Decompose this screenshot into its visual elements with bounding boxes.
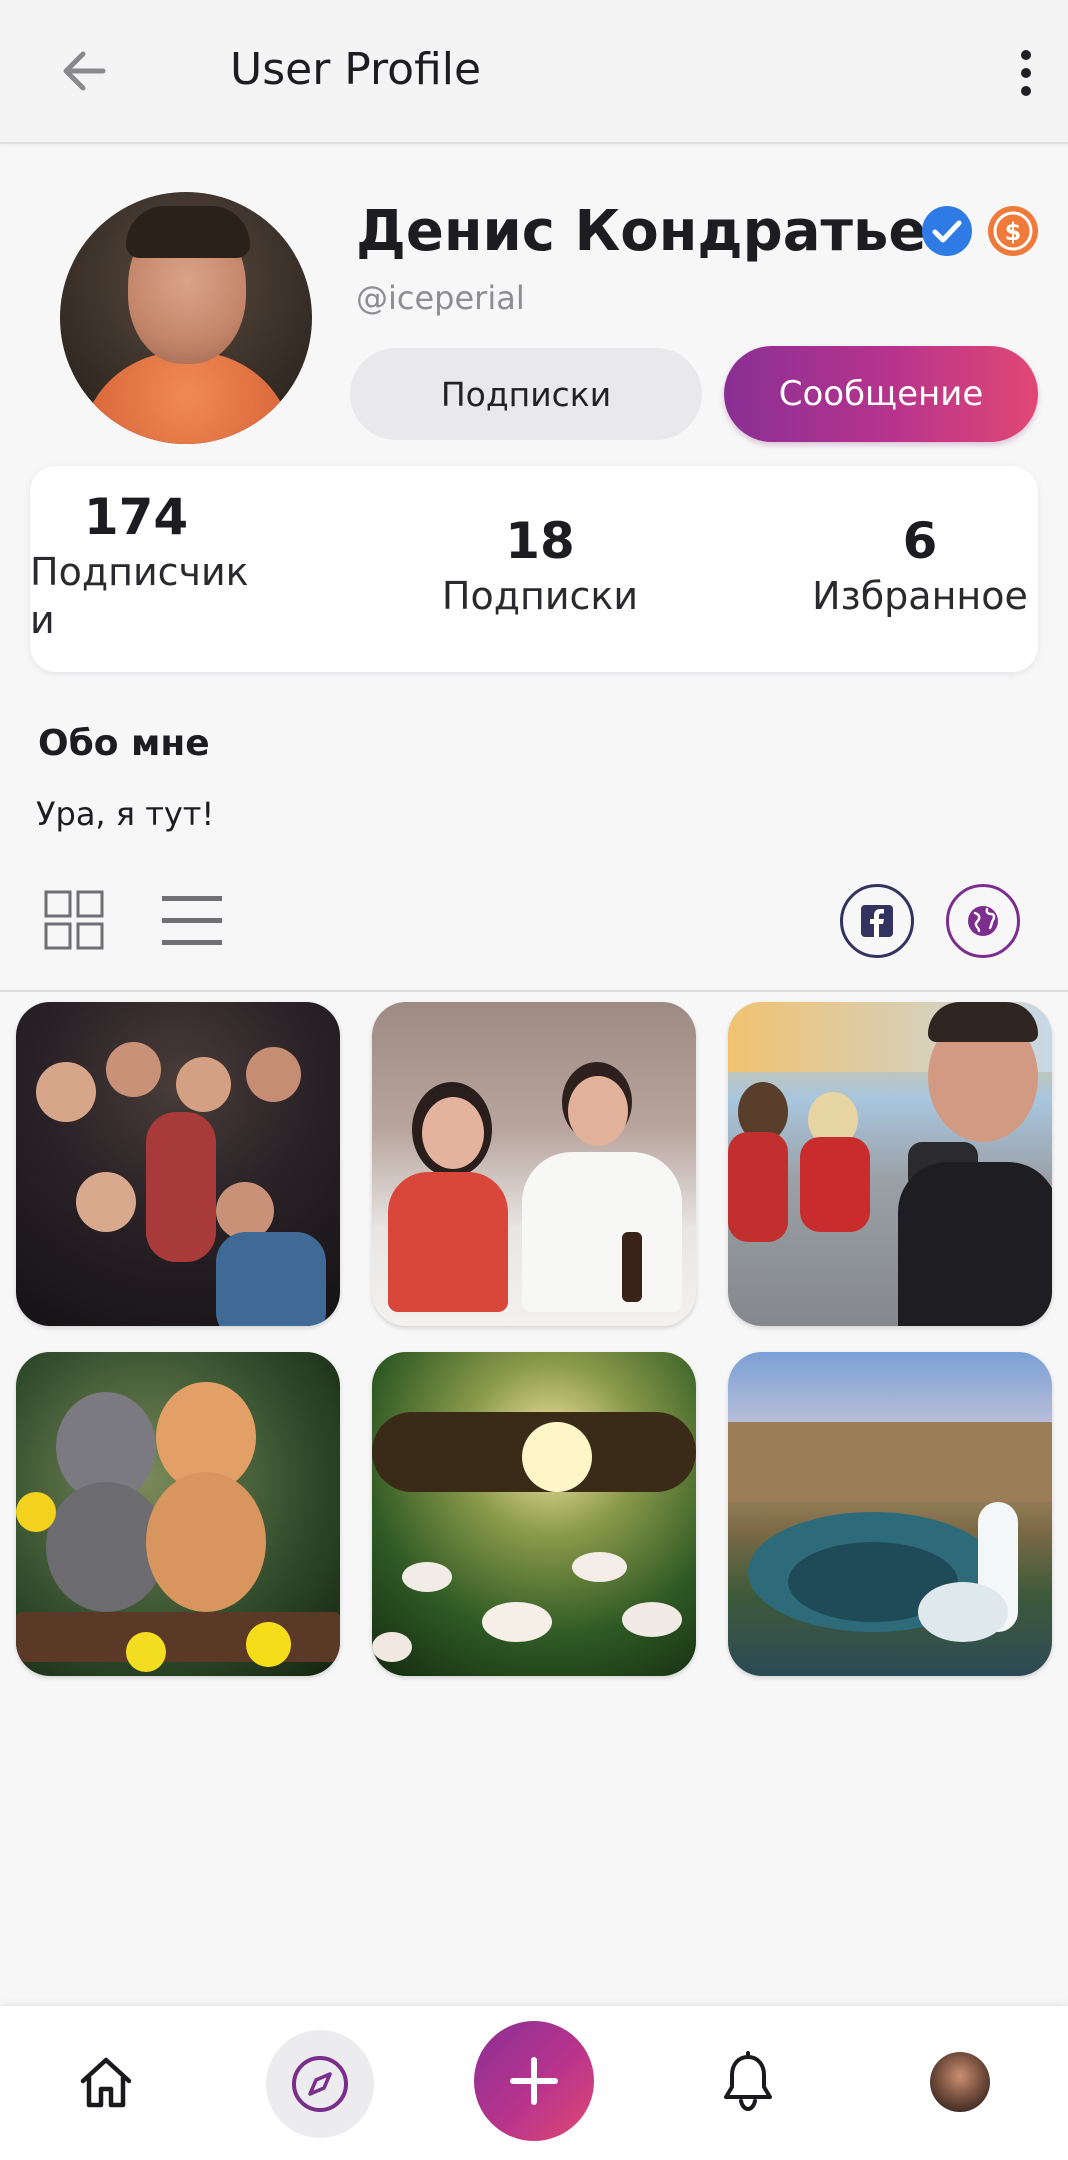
facebook-icon xyxy=(861,905,893,937)
nav-notifications[interactable] xyxy=(712,2044,784,2120)
website-link-button[interactable] xyxy=(946,884,1020,958)
home-icon xyxy=(80,2057,132,2108)
message-button[interactable]: Сообщение xyxy=(724,346,1038,442)
verified-badge-icon xyxy=(922,206,972,256)
stats-card: 174 Подписчики 18 Подписки 6 Избранное xyxy=(30,466,1038,672)
profile-name: Денис Кондратьев xyxy=(356,199,962,264)
grid-view-button[interactable] xyxy=(40,886,110,956)
photo-kittens[interactable] xyxy=(16,1352,340,1676)
grid-view-icon xyxy=(44,890,104,950)
bottom-nav xyxy=(0,2006,1068,2160)
globe-icon xyxy=(968,906,998,936)
stat-followers[interactable]: 174 Подписчики xyxy=(30,486,250,644)
stat-value: 6 xyxy=(902,512,938,570)
stat-value: 174 xyxy=(83,488,189,546)
about-title: Обо мне xyxy=(38,723,210,764)
stat-label: Подписчики xyxy=(30,550,249,642)
following-button[interactable]: Подписки xyxy=(350,348,702,440)
stat-favorites[interactable]: 6 Избранное xyxy=(800,510,1040,620)
dollar-coin-icon: $ xyxy=(988,206,1038,256)
profile-avatar[interactable] xyxy=(60,192,312,444)
profile-handle: @iceperial xyxy=(356,279,525,317)
app-bar: User Profile xyxy=(0,0,1068,144)
arrow-back-icon xyxy=(63,51,106,91)
stat-following[interactable]: 18 Подписки xyxy=(420,510,660,620)
section-divider xyxy=(0,990,1068,992)
stat-label: Подписки xyxy=(441,574,639,618)
stat-label: Избранное xyxy=(812,574,1028,618)
svg-text:$: $ xyxy=(1005,218,1022,246)
about-text: Ура, я тут! xyxy=(36,795,215,833)
photo-canyon-waterfall[interactable] xyxy=(728,1352,1052,1676)
list-view-button[interactable] xyxy=(158,886,228,956)
add-icon xyxy=(510,2057,558,2105)
more-vert-icon[interactable] xyxy=(1008,40,1044,106)
list-view-icon xyxy=(162,896,222,945)
nav-explore[interactable] xyxy=(266,2030,374,2138)
back-button[interactable] xyxy=(48,38,120,104)
photo-tree-sunset-lilies[interactable] xyxy=(372,1352,696,1676)
photo-couple-restaurant[interactable] xyxy=(372,1002,696,1326)
nav-profile-avatar[interactable] xyxy=(930,2052,990,2112)
compass-icon xyxy=(292,2056,348,2112)
stat-value: 18 xyxy=(505,512,575,570)
page-title: User Profile xyxy=(230,44,482,95)
photo-friends-street[interactable] xyxy=(728,1002,1052,1326)
bell-icon xyxy=(724,2051,772,2112)
facebook-link-button[interactable] xyxy=(840,884,914,958)
nav-home[interactable] xyxy=(70,2046,142,2118)
photo-group-party[interactable] xyxy=(16,1002,340,1326)
nav-add-button[interactable] xyxy=(474,2021,594,2141)
